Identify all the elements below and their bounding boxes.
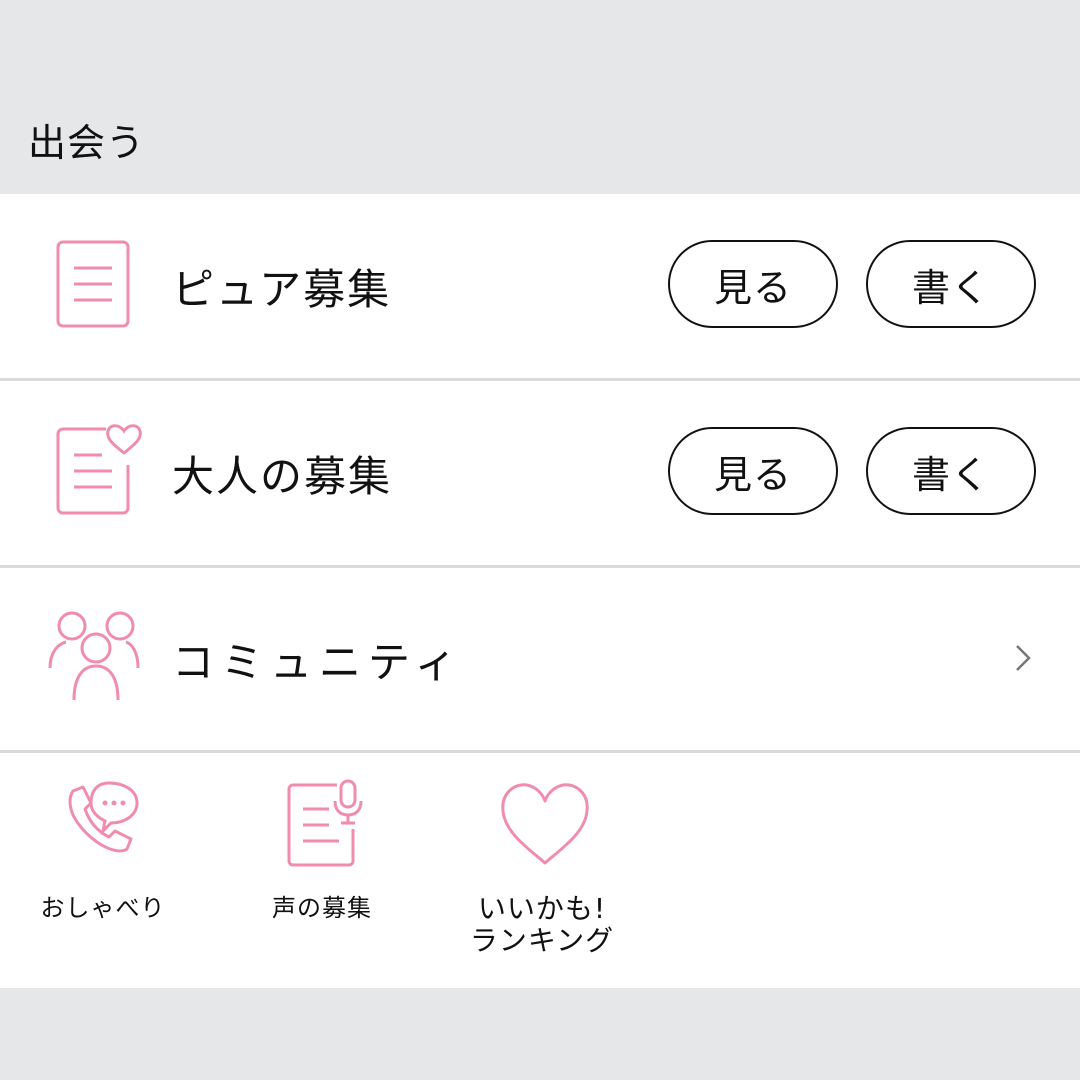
row-adult-recruit[interactable]: 大人の募集 見る 書く: [0, 381, 1080, 565]
section-header: 出会う: [0, 0, 1080, 194]
tile-label: 声の募集: [272, 894, 372, 922]
phone-chat-icon: [68, 781, 139, 853]
tile-label-line2: ランキング: [469, 924, 615, 957]
row-label: コミュニティ: [172, 637, 464, 687]
row-community[interactable]: コミュニティ: [0, 568, 1080, 750]
people-group-icon: [48, 611, 140, 701]
view-button[interactable]: 見る: [668, 427, 838, 515]
tile-label: いいかも! ランキング: [442, 893, 642, 957]
row-label: ピュア募集: [172, 264, 392, 314]
tile-likes-ranking[interactable]: いいかも! ランキング: [440, 753, 646, 988]
document-icon: [56, 240, 130, 328]
document-mic-icon: [287, 779, 363, 867]
document-heart-icon: [56, 424, 142, 515]
tile-label-line1: いいかも!: [477, 892, 607, 925]
shortcut-grid: おしゃべり 声の募集 いいかも! ランキング: [0, 753, 1080, 988]
menu-list: ピュア募集 見る 書く 大人の募集 見る 書く コミュニティ おしゃべり 声の募…: [0, 194, 1080, 988]
section-title: 出会う: [28, 121, 146, 165]
write-button[interactable]: 書く: [866, 240, 1036, 328]
heart-icon: [501, 783, 589, 865]
tile-voice-recruit[interactable]: 声の募集: [222, 753, 428, 988]
row-label: 大人の募集: [172, 451, 393, 501]
tile-chat[interactable]: おしゃべり: [0, 753, 206, 988]
row-pure-recruit[interactable]: ピュア募集 見る 書く: [0, 194, 1080, 378]
tile-label: おしゃべり: [40, 894, 166, 922]
chevron-right-icon[interactable]: [1008, 640, 1038, 676]
write-button[interactable]: 書く: [866, 427, 1036, 515]
view-button[interactable]: 見る: [668, 240, 838, 328]
